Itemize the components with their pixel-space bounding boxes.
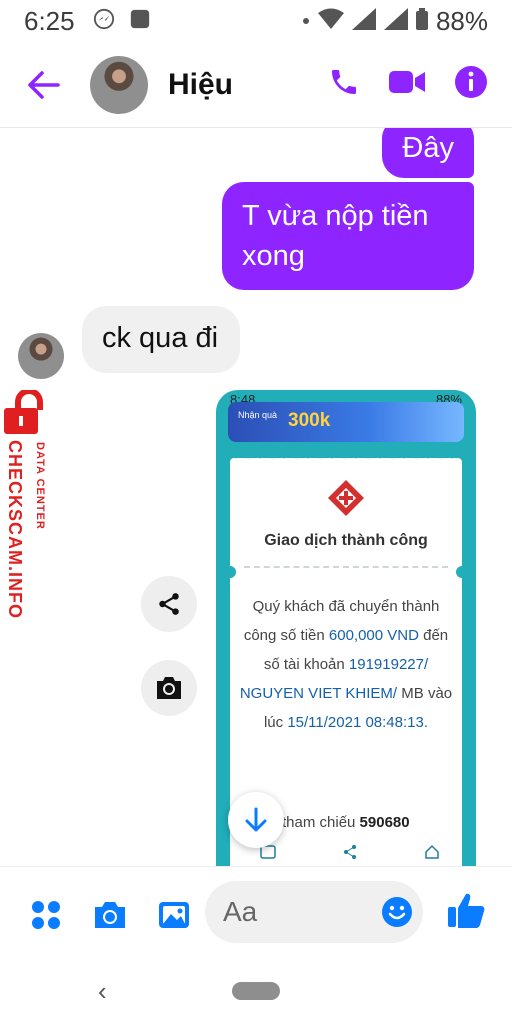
watermark-tag: DATA CENTER	[34, 442, 46, 530]
battery-icon	[415, 7, 428, 35]
share-icon	[159, 593, 179, 615]
video-call-button[interactable]	[388, 68, 426, 101]
receipt-datetime: 15/11/2021 08:48:13.	[287, 714, 429, 731]
banner-big-text: 300k	[288, 410, 331, 431]
more-actions-button[interactable]	[24, 893, 68, 937]
watermark-brand: CHECKSCAM.INFO	[5, 440, 25, 619]
outgoing-message[interactable]: Đây	[382, 128, 474, 178]
wifi-icon	[317, 8, 344, 35]
composer-bar: Aa	[0, 866, 512, 962]
video-camera-icon	[389, 71, 425, 93]
receipt-body: Quý khách đã chuyển thành công số tiền 6…	[238, 592, 454, 737]
grid-dots-icon	[32, 900, 60, 929]
bank-logo-icon	[328, 480, 364, 516]
contact-name[interactable]: Hiệu	[168, 68, 233, 102]
system-nav-bar: ‹	[0, 962, 512, 1024]
receipt-edge	[230, 453, 462, 463]
signal-icon	[351, 7, 376, 35]
incoming-message-row: ck qua đi	[18, 306, 241, 379]
signal-icon	[383, 7, 408, 35]
message-input[interactable]: Aa	[205, 881, 423, 943]
home-icon	[425, 844, 439, 859]
contact-avatar-small[interactable]	[18, 333, 64, 379]
watermark: CHECKSCAM.INFO DATA CENTER	[2, 390, 62, 640]
camera-compose-button[interactable]	[88, 893, 132, 937]
arrow-down-icon	[245, 807, 267, 832]
contact-avatar[interactable]	[90, 55, 148, 114]
like-button[interactable]	[446, 891, 486, 934]
messenger-notification-icon	[93, 8, 115, 35]
outgoing-message[interactable]: T vừa nộp tiền xong	[222, 182, 474, 290]
phone-icon	[332, 70, 356, 94]
message-input-placeholder: Aa	[223, 896, 258, 927]
receipt-amount: 600,000 VND	[328, 627, 419, 644]
share-image-button[interactable]	[141, 576, 197, 632]
app-notification-icon	[129, 8, 151, 35]
receipt-actions	[260, 844, 440, 860]
system-home-button[interactable]	[232, 982, 280, 1000]
receipt-notch	[224, 566, 236, 578]
padlock-icon	[4, 390, 43, 434]
camera-icon	[95, 901, 125, 928]
incoming-message[interactable]: ck qua đi	[82, 306, 241, 373]
status-time: 6:25	[24, 5, 75, 36]
camera-icon	[157, 677, 181, 699]
receipt-recipient: NGUYEN VIET KHIEM/	[239, 685, 398, 702]
voice-call-button[interactable]	[328, 66, 360, 103]
info-icon	[455, 66, 487, 98]
receipt-reference: tham chiếu 590680	[282, 814, 410, 831]
receipt-notch	[456, 566, 468, 578]
battery-percent: 88%	[435, 5, 488, 36]
message-list[interactable]: Đây T vừa nộp tiền xong ck qua đi 8:48 8…	[0, 128, 512, 866]
image-icon	[159, 901, 189, 928]
emoji-icon[interactable]	[381, 896, 413, 928]
scroll-to-bottom-button[interactable]	[228, 792, 284, 848]
back-button[interactable]	[14, 55, 74, 115]
banner-small-text: Nhận quà	[238, 410, 278, 420]
info-button[interactable]	[454, 65, 488, 104]
thumbs-up-icon	[448, 893, 485, 928]
back-arrow-icon	[28, 70, 60, 99]
status-bar: 6:25 88%	[0, 0, 512, 42]
share-icon	[344, 845, 356, 859]
receipt-divider	[244, 566, 448, 568]
promo-banner: Nhận quà 300k	[228, 402, 464, 442]
camera-button[interactable]	[141, 660, 197, 716]
receipt-account: 191919227/	[348, 656, 429, 673]
gallery-button[interactable]	[152, 893, 196, 937]
receipt-title: Giao dịch thành công	[264, 532, 428, 549]
reference-label: tham chiếu	[282, 814, 356, 831]
dot-icon	[302, 12, 310, 30]
reference-number: 590680	[359, 814, 410, 831]
chat-header: Hiệu	[0, 42, 512, 128]
system-back-button[interactable]: ‹	[98, 976, 107, 1007]
